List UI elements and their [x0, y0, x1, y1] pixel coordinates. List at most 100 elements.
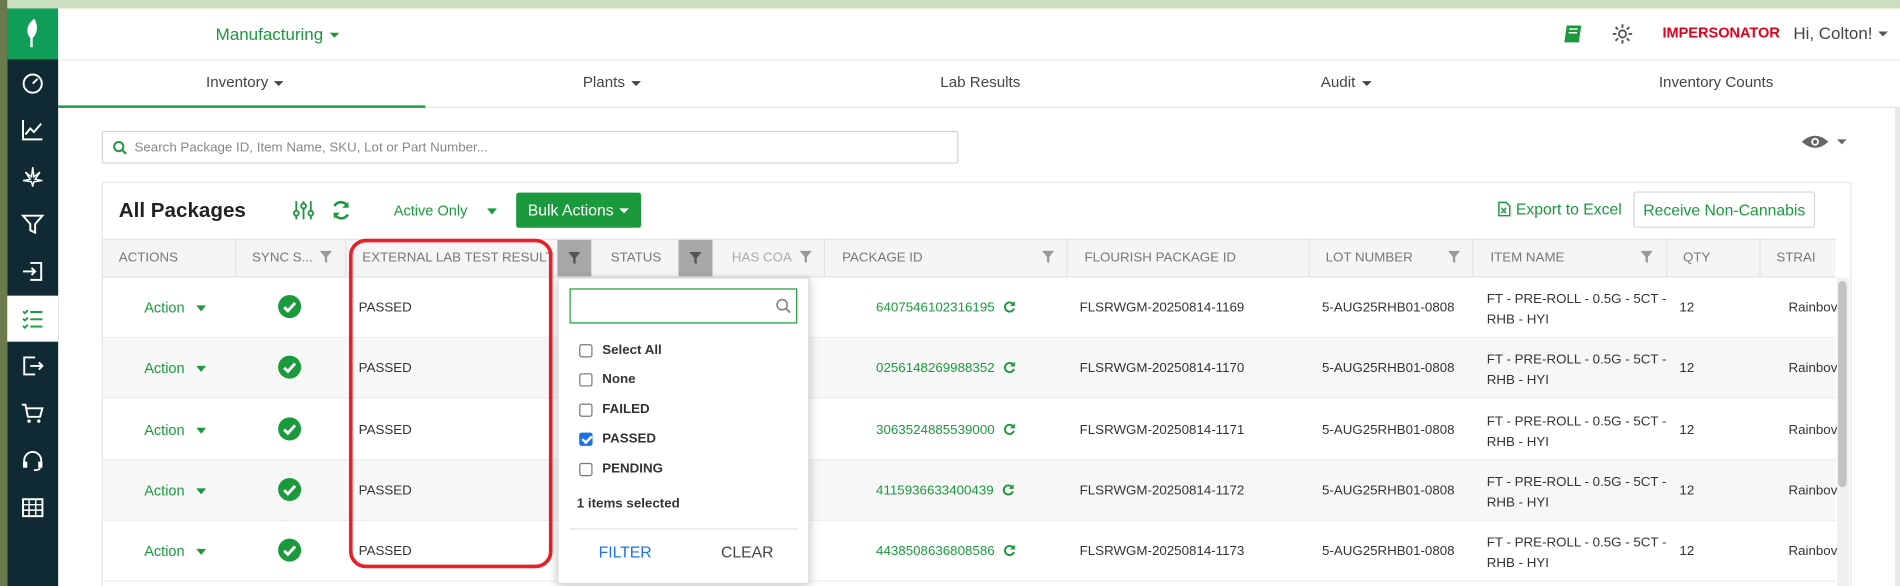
column-header-strain[interactable]: STRAI	[1776, 251, 1815, 266]
clear-button[interactable]: CLEAR	[721, 543, 774, 561]
package-id-text: 0256148269988352	[876, 361, 995, 376]
sidebar-item-inventory[interactable]	[7, 295, 59, 342]
sidebar-item-production[interactable]	[7, 201, 58, 247]
lot-number-cell: 5-AUG25RHB01-0808	[1321, 422, 1455, 438]
checkbox[interactable]	[579, 462, 593, 476]
line-chart-icon	[22, 119, 43, 141]
filter-search-field[interactable]	[569, 288, 798, 324]
tab-inventory-counts[interactable]: Inventory Counts	[1659, 74, 1774, 91]
column-divider	[345, 238, 347, 278]
sidebar-item-reports[interactable]	[7, 485, 58, 531]
checkbox[interactable]	[579, 431, 593, 446]
chevron-down-icon	[274, 80, 285, 86]
row-action-menu[interactable]: Action	[144, 299, 207, 316]
row-action-menu[interactable]: Action	[144, 359, 207, 377]
column-header-status[interactable]: STATUS	[611, 251, 662, 266]
package-id-link[interactable]: 3063524885539000	[876, 423, 1015, 437]
filter-icon[interactable]	[319, 250, 334, 265]
checkbox[interactable]	[579, 372, 593, 386]
chevron-down-icon	[196, 305, 207, 312]
cart-icon	[21, 403, 44, 423]
sidebar-item-inbound[interactable]	[7, 248, 58, 294]
column-divider	[235, 238, 237, 278]
status-filter-toggle[interactable]	[678, 239, 713, 277]
chevron-down-icon	[1361, 80, 1372, 86]
row-action-menu[interactable]: Action	[144, 422, 207, 439]
page-scrollbar[interactable]	[1895, 107, 1900, 586]
sidebar-item-sales[interactable]	[7, 390, 58, 436]
qty-cell: 12	[1679, 300, 1695, 316]
package-id-link[interactable]: 0256148269988352	[876, 361, 1015, 376]
chevron-down-icon	[630, 80, 641, 86]
filter-search-input[interactable]	[575, 295, 770, 317]
grid-scroll-thumb[interactable]	[1838, 281, 1847, 488]
sliders-icon[interactable]	[292, 200, 315, 221]
tab-inventory[interactable]: Inventory	[206, 74, 285, 91]
book-icon[interactable]	[1563, 23, 1585, 45]
strain-cell: Rainbov	[1788, 422, 1838, 438]
left-edge	[0, 0, 8, 586]
strain-cell: Rainbov	[1788, 361, 1838, 376]
strain-cell: Rainbov	[1788, 544, 1838, 559]
bulk-actions-label: Bulk Actions	[527, 201, 614, 220]
filter-icon[interactable]	[1447, 250, 1462, 265]
sidebar-item-outbound[interactable]	[7, 343, 58, 389]
item-name-line: FT - PRE-ROLL - 0.5G - 5CT -	[1486, 352, 1667, 368]
checklist-icon	[22, 309, 43, 330]
impersonator-badge[interactable]: IMPERSONATOR	[1662, 24, 1779, 41]
active-filter-select[interactable]: Active Only	[394, 202, 497, 219]
column-header-qty[interactable]: QTY	[1683, 251, 1710, 266]
filter-option-failed[interactable]: FAILED	[579, 402, 650, 417]
column-header-sync[interactable]: SYNC S...	[252, 251, 313, 266]
refresh-icon[interactable]	[331, 200, 352, 221]
tab-lab-results[interactable]: Lab Results	[940, 74, 1020, 91]
lab-filter-toggle[interactable]	[557, 239, 592, 277]
filter-icon[interactable]	[1639, 250, 1654, 265]
chevron-down-icon[interactable]	[1836, 139, 1847, 145]
filter-option-none[interactable]: None	[579, 372, 636, 387]
search-input[interactable]	[134, 136, 935, 159]
column-divider	[823, 238, 826, 278]
checkbox[interactable]	[579, 402, 593, 417]
bulk-actions-button[interactable]: Bulk Actions	[516, 192, 641, 228]
column-header-flourish-id[interactable]: FLOURISH PACKAGE ID	[1084, 251, 1236, 266]
workspace-selector[interactable]: Manufacturing	[216, 24, 339, 44]
column-header-actions[interactable]: ACTIONS	[119, 251, 178, 266]
package-id-link[interactable]: 6407546102316195	[876, 301, 1015, 315]
page-title: All Packages	[118, 198, 246, 222]
receive-non-cannabis-button[interactable]: Receive Non-Cannabis	[1633, 191, 1816, 228]
column-divider	[1066, 238, 1068, 278]
gear-icon[interactable]	[1612, 23, 1634, 45]
filter-icon[interactable]	[1041, 250, 1056, 265]
sidebar-item-support[interactable]	[7, 437, 58, 483]
sidebar-item-dashboard[interactable]	[7, 59, 58, 105]
tab-plants[interactable]: Plants	[583, 74, 641, 91]
chevron-down-icon	[196, 428, 207, 435]
row-action-menu[interactable]: Action	[144, 543, 207, 560]
checkbox[interactable]	[579, 343, 593, 357]
user-menu[interactable]: Hi, Colton!	[1793, 23, 1889, 42]
tab-audit[interactable]: Audit	[1321, 74, 1372, 91]
column-header-package-id[interactable]: PACKAGE ID	[842, 251, 923, 266]
package-id-link[interactable]: 4115936633400439	[876, 483, 1014, 498]
sidebar-item-plants[interactable]	[7, 154, 58, 200]
column-header-lot[interactable]: LOT NUMBER	[1326, 251, 1413, 266]
qty-cell: 12	[1679, 361, 1695, 376]
eye-icon[interactable]	[1801, 133, 1830, 150]
action-label: Action	[144, 359, 185, 377]
app-logo[interactable]	[7, 8, 59, 60]
row-action-menu[interactable]: Action	[144, 482, 207, 499]
filter-option-pending[interactable]: PENDING	[579, 462, 663, 476]
export-excel-link[interactable]: Export to Excel	[1498, 200, 1622, 218]
filter-option-passed[interactable]: PASSED	[579, 431, 656, 446]
chevron-down-icon	[619, 207, 630, 213]
package-id-link[interactable]: 4438508636808586	[876, 544, 1015, 559]
filter-button[interactable]: FILTER	[599, 543, 652, 561]
filter-icon[interactable]	[799, 250, 814, 265]
column-header-has-coa[interactable]: HAS COA	[732, 251, 792, 266]
sidebar-item-analytics[interactable]	[7, 107, 58, 153]
item-name-line: FT - PRE-ROLL - 0.5G - 5CT -	[1486, 292, 1667, 307]
filter-option-select-all[interactable]: Select All	[579, 343, 662, 357]
column-header-item[interactable]: ITEM NAME	[1490, 251, 1564, 266]
option-label: PASSED	[602, 431, 657, 446]
